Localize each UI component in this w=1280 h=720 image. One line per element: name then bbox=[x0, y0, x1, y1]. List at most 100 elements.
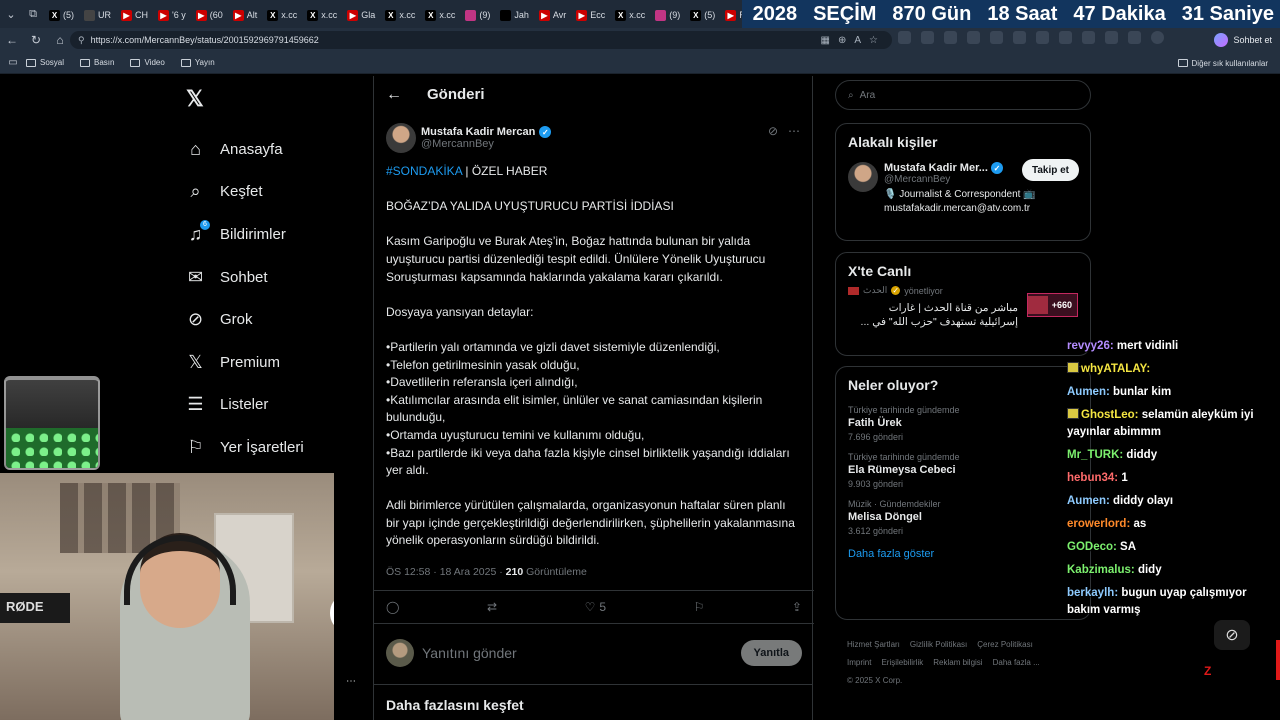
bookmark-folder-sosyal[interactable]: Sosyal bbox=[26, 58, 64, 67]
post-time[interactable]: ÖS 12:58 · 18 Ara 2025 · bbox=[386, 566, 506, 578]
copilot-chat-button[interactable]: Sohbet et bbox=[1214, 31, 1272, 49]
browser-tab[interactable]: Xx.cc bbox=[420, 4, 460, 26]
share-icon[interactable]: ⇪ bbox=[792, 600, 802, 614]
browser-tab[interactable]: ▶ Avr bbox=[534, 4, 571, 26]
chat-username[interactable]: GhostLeo bbox=[1081, 409, 1135, 421]
nav-item[interactable]: ⌂ Anasayfa bbox=[186, 128, 304, 171]
extension-icon[interactable] bbox=[921, 31, 934, 44]
tab-actions-icon[interactable]: ⧉ bbox=[22, 0, 44, 28]
trend-item[interactable]: Türkiye tarihinde gündemde Ela Rümeysa Ce… bbox=[836, 446, 1090, 493]
footer-link[interactable]: Gizlilik Politikası bbox=[910, 640, 967, 649]
search-input[interactable]: ⌕ Ara bbox=[835, 80, 1091, 110]
nav-item[interactable]: ♫ 6 Bildirimler bbox=[186, 213, 304, 256]
footer-link[interactable]: Reklam bilgisi bbox=[933, 658, 982, 667]
extension-icon[interactable] bbox=[898, 31, 911, 44]
read-aloud-icon[interactable]: A bbox=[854, 35, 861, 46]
like-button[interactable]: ♡ 5 bbox=[585, 600, 606, 614]
trend-item[interactable]: Türkiye tarihinde gündemde Fatih Ürek 7.69… bbox=[836, 399, 1090, 446]
nav-item[interactable]: ☰ Listeler bbox=[186, 384, 304, 427]
browser-tab[interactable]: X (5) bbox=[685, 4, 720, 26]
home-nav-icon[interactable]: ⌂ bbox=[48, 28, 72, 52]
browser-tab[interactable]: X (5) bbox=[44, 4, 79, 26]
browser-tab[interactable]: ▶ Alt bbox=[228, 4, 263, 26]
qr-icon[interactable]: ▦ bbox=[821, 35, 830, 46]
browser-tab[interactable]: (9) bbox=[650, 4, 685, 26]
x-logo-icon[interactable]: 𝕏 bbox=[186, 86, 204, 112]
tab-list-icon[interactable]: ⌄ bbox=[0, 0, 22, 28]
chat-username[interactable]: Mr_TURK bbox=[1067, 449, 1119, 461]
browser-tab[interactable]: UR bbox=[79, 4, 116, 26]
split-screen-icon[interactable] bbox=[1036, 31, 1049, 44]
zoom-icon[interactable]: ⊕ bbox=[838, 35, 846, 46]
back-nav-icon[interactable]: ← bbox=[0, 28, 24, 52]
more-icon[interactable] bbox=[1128, 31, 1141, 44]
chat-username[interactable]: whyATALAY bbox=[1081, 363, 1146, 375]
trend-item[interactable]: Müzik · Gündemdekiler Melisa Döngel 3.612 … bbox=[836, 493, 1090, 540]
reply-button[interactable]: Yanıtla bbox=[740, 640, 802, 666]
browser-tab[interactable]: ▶ Ecc bbox=[571, 4, 610, 26]
collections-icon[interactable] bbox=[1082, 31, 1095, 44]
nav-item[interactable]: ⚐ Yer İşaretleri bbox=[186, 426, 303, 469]
author-name[interactable]: Mustafa Kadir Mercan bbox=[421, 126, 535, 138]
grok-more-icon[interactable]: ⋯ bbox=[346, 676, 356, 687]
footer-link[interactable]: Erişilebilirlik bbox=[881, 658, 923, 667]
author-handle[interactable]: @MercannBey bbox=[421, 138, 551, 150]
profile-avatar[interactable] bbox=[1151, 31, 1164, 44]
extension-icon[interactable] bbox=[967, 31, 980, 44]
browser-tab[interactable]: ▶ '6 y bbox=[153, 4, 191, 26]
site-info-icon[interactable]: ⚲ bbox=[78, 35, 85, 46]
reply-icon[interactable]: ◯ bbox=[386, 600, 399, 614]
avatar[interactable] bbox=[386, 123, 416, 153]
sidebar-toggle-icon[interactable]: ▭ bbox=[0, 57, 26, 68]
nav-item[interactable]: ⊘ Grok bbox=[186, 298, 304, 341]
chat-toggle-icon[interactable]: ⊘ bbox=[1214, 620, 1250, 650]
browser-tab[interactable]: Xx.cc bbox=[380, 4, 420, 26]
bookmark-icon[interactable]: ⚐ bbox=[694, 600, 705, 614]
related-name[interactable]: Mustafa Kadir Mer... bbox=[884, 162, 988, 174]
browser-tab[interactable]: Xx.cc bbox=[302, 4, 342, 26]
chat-username[interactable]: revyy26 bbox=[1067, 340, 1110, 352]
browser-tab[interactable]: ▶ (60 bbox=[191, 4, 228, 26]
browser-tab[interactable]: Jah bbox=[495, 4, 534, 26]
chat-username[interactable]: Aumen bbox=[1067, 495, 1106, 507]
browser-essentials-icon[interactable] bbox=[1105, 31, 1118, 44]
avatar[interactable] bbox=[848, 162, 878, 192]
chat-username[interactable]: berkaylh bbox=[1067, 587, 1114, 599]
more-options-icon[interactable]: ⋯ bbox=[788, 124, 800, 138]
back-arrow-icon[interactable]: ← bbox=[386, 86, 402, 104]
reload-icon[interactable]: ↻ bbox=[24, 28, 48, 52]
other-favorites[interactable]: Diğer sık kullanılanlar bbox=[1177, 52, 1268, 74]
chat-username[interactable]: hebun34 bbox=[1067, 472, 1114, 484]
footer-link[interactable]: Daha fazla ... bbox=[993, 658, 1040, 667]
extension-icon[interactable] bbox=[1013, 31, 1026, 44]
hashtag-link[interactable]: #SONDAKİKA bbox=[386, 164, 462, 178]
footer-link[interactable]: Imprint bbox=[847, 658, 871, 667]
browser-tab[interactable]: Xx.cc bbox=[610, 4, 650, 26]
chat-username[interactable]: Kabzimalus bbox=[1067, 564, 1131, 576]
browser-tab[interactable]: (9) bbox=[460, 4, 495, 26]
bookmark-folder-basin[interactable]: Basın bbox=[80, 58, 114, 67]
extension-icon[interactable] bbox=[990, 31, 1003, 44]
url-field[interactable]: ⚲ https://x.com/MercannBey/status/200159… bbox=[70, 31, 892, 49]
chat-username[interactable]: GODeco bbox=[1067, 541, 1113, 553]
nav-item[interactable]: 𝕏 Premium bbox=[186, 341, 304, 384]
related-person[interactable]: Mustafa Kadir Mer... ✓ @MercannBey 🎙️ Jou… bbox=[836, 156, 1090, 222]
browser-tab[interactable]: ▶ Gla bbox=[342, 4, 380, 26]
favorite-star-icon[interactable]: ☆ bbox=[869, 35, 878, 46]
browser-tab[interactable]: Xx.cc bbox=[262, 4, 302, 26]
reply-input[interactable]: Yanıtını gönder bbox=[422, 645, 517, 661]
footer-link[interactable]: Çerez Politikası bbox=[977, 640, 1033, 649]
nav-item[interactable]: ✉ Sohbet bbox=[186, 256, 304, 299]
footer-link[interactable]: © 2025 X Corp. bbox=[847, 676, 902, 685]
nav-item[interactable]: ⌕ Keşfet bbox=[186, 171, 304, 214]
repost-icon[interactable]: ⇄ bbox=[487, 600, 497, 614]
bookmark-folder-yayin[interactable]: Yayın bbox=[180, 58, 215, 67]
chat-username[interactable]: erowerlord bbox=[1067, 518, 1126, 530]
follow-button[interactable]: Takip et bbox=[1021, 159, 1079, 181]
extension-icon[interactable] bbox=[944, 31, 957, 44]
footer-link[interactable]: Hizmet Şartları bbox=[847, 640, 900, 649]
favorites-icon[interactable] bbox=[1059, 31, 1072, 44]
bookmark-folder-video[interactable]: Video bbox=[130, 58, 165, 67]
show-more-link[interactable]: Daha fazla göster bbox=[836, 540, 1090, 568]
chat-username[interactable]: Aumen bbox=[1067, 386, 1106, 398]
